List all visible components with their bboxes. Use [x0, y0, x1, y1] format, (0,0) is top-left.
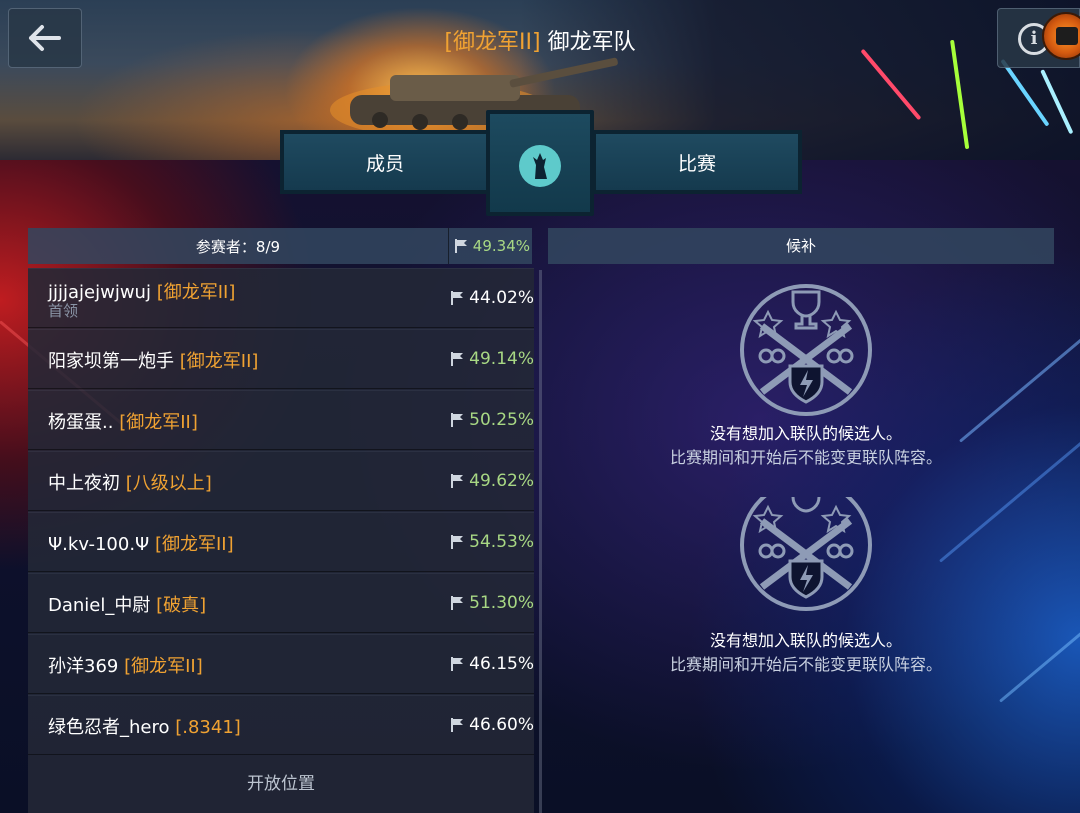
- tab-match-label: 比赛: [677, 152, 716, 175]
- trophy-crossed-guns-emblem-icon: [740, 497, 872, 611]
- participant-row[interactable]: 孙洋369 [御龙军II] 46.15%: [28, 634, 534, 694]
- player-clan: [御龙军II]: [119, 412, 198, 433]
- participant-name: 杨蛋蛋.. [御龙军II]: [48, 408, 198, 434]
- player-winrate: 46.60%: [451, 715, 534, 735]
- participants-header: 参赛者：8/9 49.34%: [28, 228, 532, 264]
- list-scrollbar[interactable]: [539, 270, 542, 813]
- team-emblem[interactable]: [486, 110, 594, 216]
- participant-name: 阳家坝第一炮手 [御龙军II]: [48, 347, 258, 373]
- participants-list: jjjjajejwjwuj [御龙军II] 首领 44.02% 阳家坝第一炮手 …: [28, 268, 534, 813]
- player-clan: [破真]: [156, 595, 207, 616]
- player-winrate: 49.14%: [451, 349, 534, 369]
- tab-match[interactable]: 比赛: [592, 130, 802, 194]
- average-winrate: 49.34%: [449, 237, 532, 255]
- player-name: Daniel_中尉: [48, 595, 151, 616]
- player-name: 阳家坝第一炮手: [48, 351, 174, 372]
- reserves-empty-note: 比赛期间和开始后不能变更联队阵容。: [669, 655, 942, 674]
- player-winrate-value: 44.02%: [469, 288, 534, 308]
- trophy-crossed-guns-emblem-icon: [740, 284, 872, 416]
- flag-icon: [451, 291, 464, 305]
- reserves-empty-title: 没有想加入联队的候选人。: [709, 631, 902, 650]
- reserves-empty-title: 没有想加入联队的候选人。: [709, 424, 902, 443]
- reserves-empty-state: 没有想加入联队的候选人。 比赛期间和开始后不能变更联队阵容。: [548, 282, 1064, 502]
- participant-row[interactable]: 阳家坝第一炮手 [御龙军II] 49.14%: [28, 329, 534, 389]
- participant-row[interactable]: Daniel_中尉 [破真] 51.30%: [28, 573, 534, 633]
- flag-icon: [451, 413, 464, 427]
- participant-name: 中上夜初 [八级以上]: [48, 469, 212, 495]
- player-name: 孙洋369: [48, 656, 119, 677]
- player-name: 绿色忍者_hero: [48, 717, 170, 738]
- participant-name: Daniel_中尉 [破真]: [48, 591, 206, 617]
- reserves-empty-state-duplicate: 没有想加入联队的候选人。 比赛期间和开始后不能变更联队阵容。: [548, 497, 1064, 717]
- player-clan: [御龙军II]: [154, 534, 234, 555]
- tab-members[interactable]: 成员: [280, 130, 490, 194]
- player-clan: [御龙军II]: [179, 351, 259, 372]
- flag-icon: [451, 596, 464, 610]
- flag-icon: [451, 535, 464, 549]
- average-winrate-value: 49.34%: [472, 237, 530, 255]
- player-winrate: 54.53%: [451, 532, 534, 552]
- open-slot-button[interactable]: 开放位置: [28, 768, 534, 813]
- participant-row[interactable]: 绿色忍者_hero [.8341] 46.60%: [28, 695, 534, 755]
- player-clan: [御龙军II]: [156, 282, 236, 303]
- player-name: 杨蛋蛋..: [48, 412, 114, 433]
- player-clan: [御龙军II]: [124, 656, 203, 677]
- flag-icon: [451, 657, 464, 671]
- player-winrate-value: 46.15%: [469, 654, 534, 674]
- player-clan: [.8341]: [175, 717, 241, 738]
- title-team-name: 御龙军队: [547, 30, 636, 55]
- player-role: 首领: [48, 302, 79, 320]
- flag-icon: [454, 239, 467, 253]
- player-clan: [八级以上]: [125, 473, 212, 494]
- participant-name: 孙洋369 [御龙军II]: [48, 652, 203, 678]
- player-winrate: 46.15%: [451, 654, 534, 674]
- player-winrate: 49.62%: [451, 471, 534, 491]
- player-winrate-value: 51.30%: [469, 593, 534, 613]
- flag-icon: [451, 352, 464, 366]
- participant-row[interactable]: 中上夜初 [八级以上] 49.62%: [28, 451, 534, 511]
- flag-icon: [451, 474, 464, 488]
- participant-name: 绿色忍者_hero [.8341]: [48, 713, 241, 739]
- participants-count: 参赛者：8/9: [195, 237, 281, 256]
- participant-name: Ψ.kv-100.Ψ [御龙军II]: [48, 530, 234, 556]
- wolf-emblem-icon: [519, 145, 561, 187]
- player-winrate-value: 46.60%: [469, 715, 534, 735]
- player-name: Ψ.kv-100.Ψ: [48, 534, 150, 555]
- participant-row[interactable]: jjjjajejwjwuj [御龙军II] 首领 44.02%: [28, 268, 534, 328]
- player-winrate: 44.02%: [451, 288, 534, 308]
- page-title: [御龙军II] 御龙军队: [0, 24, 1080, 56]
- reserves-empty-note: 比赛期间和开始后不能变更联队阵容。: [669, 448, 942, 467]
- title-clan-tag: [御龙军II]: [444, 30, 541, 55]
- wolf-silhouette: [533, 153, 547, 179]
- reserves-header: 候补: [548, 228, 1054, 264]
- player-winrate: 51.30%: [451, 593, 534, 613]
- player-winrate-value: 54.53%: [469, 532, 534, 552]
- tab-members-label: 成员: [365, 152, 404, 175]
- player-winrate-value: 50.25%: [469, 410, 534, 430]
- player-winrate-value: 49.62%: [469, 471, 534, 491]
- player-name: 中上夜初: [48, 473, 120, 494]
- player-winrate-value: 49.14%: [469, 349, 534, 369]
- participant-row[interactable]: 杨蛋蛋.. [御龙军II] 50.25%: [28, 390, 534, 450]
- participant-row[interactable]: Ψ.kv-100.Ψ [御龙军II] 54.53%: [28, 512, 534, 572]
- flag-icon: [451, 718, 464, 732]
- player-winrate: 50.25%: [451, 410, 534, 430]
